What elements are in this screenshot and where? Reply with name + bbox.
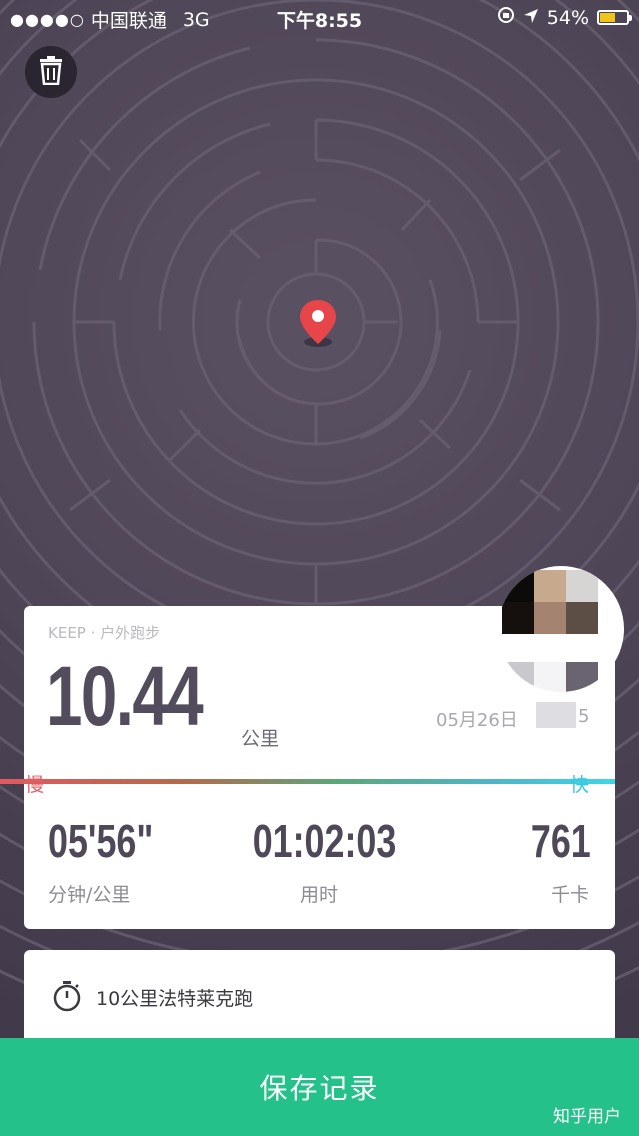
save-record-button[interactable]: 保存记录 bbox=[0, 1038, 639, 1136]
redacted-time bbox=[536, 702, 576, 728]
trash-icon bbox=[37, 55, 65, 89]
stopwatch-icon bbox=[52, 980, 82, 1016]
battery-percent: 54% bbox=[546, 6, 589, 29]
status-bar: ●●●●○ 中国联通 3G 下午8:55 54% bbox=[0, 0, 639, 36]
run-time-tail: 5 bbox=[578, 706, 590, 727]
calories-label: 千卡 bbox=[550, 884, 589, 906]
pace-label: 分钟/公里 bbox=[48, 884, 131, 906]
pace-value: 05'56" bbox=[48, 815, 154, 867]
avatar[interactable] bbox=[498, 566, 624, 692]
delete-button[interactable] bbox=[25, 46, 77, 98]
slow-label: 慢 bbox=[25, 774, 45, 796]
rotation-lock-icon bbox=[497, 6, 515, 29]
calories-value: 761 bbox=[531, 815, 591, 867]
fast-label: 快 bbox=[570, 774, 590, 796]
pace-gradient-bar bbox=[0, 779, 615, 784]
watermark: 知乎用户 bbox=[553, 1107, 621, 1127]
duration-label: 用时 bbox=[299, 884, 338, 906]
plan-name: 10公里法特莱克跑 bbox=[96, 988, 254, 1010]
location-arrow-icon bbox=[523, 7, 539, 29]
distance-value: 10.44 bbox=[46, 649, 204, 743]
location-pin-icon bbox=[298, 298, 338, 350]
run-date: 05月26日 bbox=[436, 710, 518, 731]
distance-unit: 公里 bbox=[241, 728, 280, 750]
battery-fill bbox=[600, 13, 616, 22]
duration-value: 01:02:03 bbox=[252, 815, 397, 867]
activity-category: KEEP · 户外跑步 bbox=[48, 624, 161, 642]
battery-icon bbox=[597, 10, 632, 25]
